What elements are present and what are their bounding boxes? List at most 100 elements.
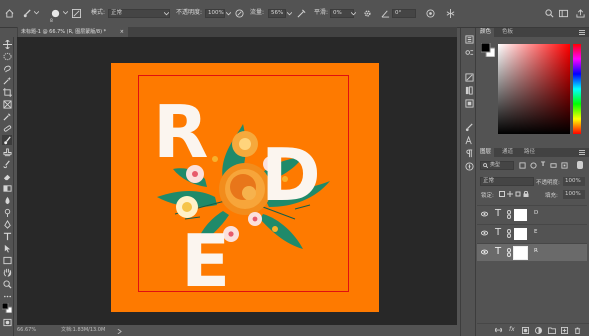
chevron-down-icon[interactable] xyxy=(225,11,231,16)
new-group-icon[interactable] xyxy=(548,327,556,336)
fill-field[interactable]: 100% xyxy=(563,190,585,199)
tab-swatches[interactable]: 色板 xyxy=(499,28,516,37)
tab-channels[interactable]: 通道 xyxy=(499,148,516,157)
blur-tool-icon[interactable] xyxy=(2,195,12,205)
gradient-tool-icon[interactable] xyxy=(2,183,12,193)
foreground-background-color[interactable] xyxy=(2,303,12,313)
link-icon[interactable] xyxy=(507,210,511,221)
chevron-down-icon[interactable] xyxy=(286,11,292,16)
symmetry-icon[interactable] xyxy=(445,8,455,18)
shape-tool-icon[interactable] xyxy=(2,255,12,265)
layer-row[interactable]: T D xyxy=(477,205,587,223)
pressure-size-icon[interactable] xyxy=(425,8,435,18)
zoom-level[interactable]: 66.67% xyxy=(17,325,36,336)
eye-icon[interactable] xyxy=(480,211,489,219)
layer-kind-filter[interactable]: 类型 xyxy=(480,161,514,170)
crop-tool-icon[interactable] xyxy=(2,87,12,97)
document-tab[interactable]: 未标题-1 @ 66.7% (R, 图层蒙版/8) * × xyxy=(18,27,128,37)
search-icon[interactable] xyxy=(544,8,554,18)
trash-icon[interactable] xyxy=(574,327,581,336)
panel-menu-icon[interactable] xyxy=(579,150,585,157)
airbrush-icon[interactable] xyxy=(296,8,306,18)
filter-smart-object-icon[interactable] xyxy=(561,162,568,171)
chevron-down-icon[interactable] xyxy=(350,11,356,16)
marquee-tool-icon[interactable] xyxy=(2,51,12,61)
new-layer-icon[interactable] xyxy=(561,327,568,336)
magic-wand-tool-icon[interactable] xyxy=(2,75,12,85)
eye-icon[interactable] xyxy=(480,249,489,257)
hue-slider[interactable] xyxy=(573,44,581,134)
tab-layers[interactable]: 图层 xyxy=(477,148,495,157)
lock-artboard-icon[interactable] xyxy=(515,191,521,199)
color-picker-field[interactable] xyxy=(498,44,570,134)
character-panel-icon[interactable] xyxy=(464,135,474,145)
layer-style-icon[interactable]: fx xyxy=(509,326,515,333)
share-icon[interactable] xyxy=(575,8,585,18)
edit-toolbar-icon[interactable] xyxy=(2,291,12,301)
adjustments-panel-icon[interactable] xyxy=(464,72,474,82)
brush-settings-panel-icon[interactable] xyxy=(71,8,81,18)
tab-close-button[interactable]: × xyxy=(120,27,124,37)
quick-mask-icon[interactable] xyxy=(2,317,12,327)
brushes-panel-icon[interactable] xyxy=(464,122,474,132)
mode-select[interactable]: 正常 xyxy=(108,9,170,18)
tab-paths[interactable]: 路径 xyxy=(521,148,538,157)
libraries-panel-icon[interactable] xyxy=(464,85,474,95)
navigator-panel-icon[interactable] xyxy=(464,161,474,171)
add-mask-icon[interactable] xyxy=(522,327,529,336)
brush-tool-icon[interactable] xyxy=(22,8,32,18)
canvas-area[interactable]: R D E xyxy=(17,37,457,325)
move-tool-icon[interactable] xyxy=(2,39,12,49)
eye-icon[interactable] xyxy=(480,230,489,238)
healing-brush-tool-icon[interactable] xyxy=(2,123,12,133)
layer-row[interactable]: T E xyxy=(477,224,587,242)
type-tool-icon[interactable] xyxy=(2,231,12,241)
chevron-down-icon[interactable] xyxy=(33,10,39,16)
link-icon[interactable] xyxy=(507,229,511,240)
filter-toggle[interactable] xyxy=(577,161,583,169)
filter-pixel-icon[interactable] xyxy=(519,162,526,171)
filter-type-icon[interactable]: T xyxy=(541,161,545,168)
flow-field[interactable]: 56% xyxy=(268,9,286,18)
lock-position-icon[interactable] xyxy=(507,191,513,199)
link-layers-icon[interactable] xyxy=(495,327,502,335)
foreground-background-swatch[interactable] xyxy=(480,42,496,58)
link-icon[interactable] xyxy=(507,248,511,259)
gear-icon[interactable] xyxy=(362,8,372,18)
angle-field[interactable]: 0° xyxy=(392,9,416,18)
history-panel-icon[interactable] xyxy=(464,34,474,44)
eyedropper-tool-icon[interactable] xyxy=(2,111,12,121)
chevron-right-icon[interactable] xyxy=(117,328,122,335)
styles-panel-icon[interactable] xyxy=(464,98,474,108)
tab-color[interactable]: 颜色 xyxy=(477,28,495,37)
adjustment-layer-icon[interactable] xyxy=(535,327,542,336)
filter-shape-icon[interactable] xyxy=(550,162,557,171)
blend-mode-select[interactable]: 正常 xyxy=(480,177,534,186)
properties-panel-icon[interactable] xyxy=(464,47,474,57)
layer-mask-thumbnail[interactable] xyxy=(514,228,527,240)
zoom-tool-icon[interactable] xyxy=(2,279,12,289)
filter-adjustment-icon[interactable] xyxy=(530,162,537,171)
chevron-down-icon[interactable] xyxy=(62,10,68,16)
lock-pixels-icon[interactable] xyxy=(499,191,505,199)
hand-tool-icon[interactable] xyxy=(2,267,12,277)
layer-mask-thumbnail[interactable] xyxy=(513,246,528,260)
pen-tool-icon[interactable] xyxy=(2,219,12,229)
pressure-opacity-icon[interactable] xyxy=(234,8,244,18)
opacity-field[interactable]: 100% xyxy=(205,9,225,18)
panel-menu-icon[interactable] xyxy=(579,30,585,37)
document-canvas[interactable]: R D E xyxy=(111,63,379,312)
layer-mask-thumbnail[interactable] xyxy=(514,209,527,221)
dodge-tool-icon[interactable] xyxy=(2,207,12,217)
layer-opacity-field[interactable]: 100% xyxy=(563,177,585,186)
clone-stamp-tool-icon[interactable] xyxy=(2,147,12,157)
history-brush-tool-icon[interactable] xyxy=(2,159,12,169)
frame-tool-icon[interactable] xyxy=(2,99,12,109)
lasso-tool-icon[interactable] xyxy=(2,63,12,73)
brush-tool-button[interactable] xyxy=(2,135,12,145)
eraser-tool-icon[interactable] xyxy=(2,171,12,181)
path-selection-tool-icon[interactable] xyxy=(2,243,12,253)
paragraph-panel-icon[interactable] xyxy=(464,148,474,158)
home-icon[interactable] xyxy=(4,8,14,18)
layer-row-selected[interactable]: T R xyxy=(477,243,587,261)
